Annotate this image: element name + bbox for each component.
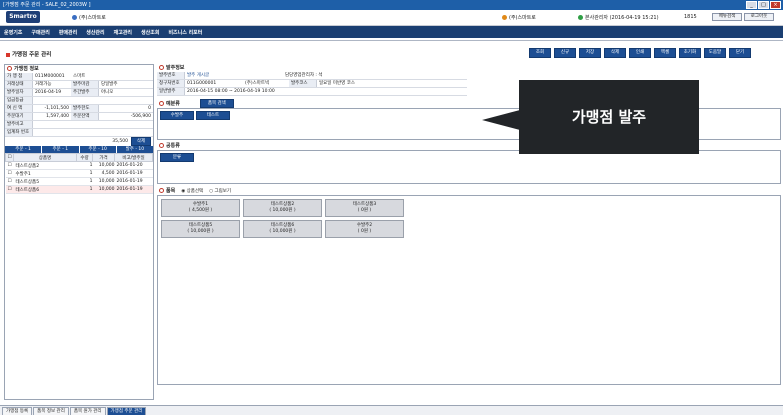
item-search-button[interactable]: 품목 검색: [199, 99, 234, 108]
maximize-button[interactable]: □: [758, 1, 769, 9]
table-row[interactable]: ☐ 테스트상품6 1 10,000 2016-01-19: [5, 185, 153, 194]
close-button[interactable]: ×: [770, 1, 781, 9]
user-info: 본사관리자 (2016-04-19 15:21): [578, 14, 659, 21]
menu-search-button[interactable]: 메뉴검색: [712, 13, 742, 21]
common-category-box: 분류: [157, 150, 781, 184]
version-label: 1815: [684, 14, 697, 20]
window-taskbar: 가맹점 등록 품목 정보 관리 품목 원가 관리 가맹점 주문 관리: [0, 405, 783, 415]
logout-button[interactable]: 로그아웃: [744, 13, 774, 21]
row-checkbox[interactable]: ☐: [5, 161, 14, 170]
product-button[interactable]: 테스트상품2 ( 10,000원 ): [243, 199, 322, 217]
product-button[interactable]: 수발주2 ( 0원 ): [325, 220, 404, 238]
order-table: ☐ 상품명 수량 가격 비고/발주일 ☐ 테스트상품2 1 10,000 2016-01-20 …: [5, 153, 153, 194]
category-tab[interactable]: 테스트: [196, 111, 230, 120]
product-select-radio[interactable]: ◉ 상품선택: [181, 188, 203, 194]
logo: Smartro: [6, 11, 40, 23]
tab-order-4[interactable]: 발주 - 10: [116, 146, 153, 153]
menu-item[interactable]: 판매관리: [59, 29, 77, 36]
section-title: 발주정보: [157, 64, 781, 72]
menu-item[interactable]: 생산관리: [86, 29, 104, 36]
section-title: 예분류: [157, 100, 180, 108]
search-button[interactable]: 조회: [529, 48, 551, 58]
row-checkbox[interactable]: ☐: [5, 185, 14, 194]
callout-pointer: [482, 110, 520, 130]
order-period-field: 2016-04-15 08:00 ~ 2016-04-19 10:00: [187, 89, 275, 94]
reset-button[interactable]: 초기화: [679, 48, 701, 58]
taskbar-tab[interactable]: 가맹점 등록: [2, 407, 33, 415]
tab-order-1[interactable]: 주문 - 1: [5, 146, 42, 153]
save-button[interactable]: 저장: [579, 48, 601, 58]
order-tabs: 주문 - 1 주문 - 1 주문 - 10 발주 - 10: [5, 146, 153, 153]
order-memo-field[interactable]: [33, 121, 35, 128]
window-title: [가맹점 주문 관리 - SALE_02_2003W ]: [3, 2, 91, 8]
product-button[interactable]: 테스트상품5 ( 10,000원 ): [161, 220, 240, 238]
category-tab[interactable]: 분류: [160, 153, 194, 162]
product-button-area: 수발주1 ( 4,500원 ) 테스트상품2 ( 10,000원 ) 테스트상품…: [157, 195, 781, 385]
section-title: 품목: [157, 187, 175, 195]
window-titlebar: [가맹점 주문 관리 - SALE_02_2003W ]: [0, 0, 783, 10]
delete-button[interactable]: 삭제: [604, 48, 626, 58]
store-code-field[interactable]: 011M000001: [33, 73, 71, 80]
print-button[interactable]: 인쇄: [629, 48, 651, 58]
page-title: 가맹점 주문 관리: [6, 50, 51, 58]
order-date-field[interactable]: 2016-04-19: [33, 89, 71, 96]
minimize-button[interactable]: _: [746, 1, 757, 9]
company-name: (주)스마트로: [502, 14, 536, 21]
row-checkbox[interactable]: ☐: [5, 177, 14, 186]
taskbar-tab[interactable]: 품목 정보 관리: [33, 407, 69, 415]
window-controls: _ □ ×: [746, 1, 781, 9]
menu-item[interactable]: 운영기초: [4, 29, 22, 36]
product-button[interactable]: 테스트상품3 ( 0원 ): [325, 199, 404, 217]
menu-item[interactable]: 생산조회: [141, 29, 159, 36]
category-tab[interactable]: 수발주: [160, 111, 194, 120]
store-name-field[interactable]: 스마트: [71, 73, 85, 80]
tab-order-2[interactable]: 주문 - 1: [42, 146, 79, 153]
picture-view-radio[interactable]: ○ 그림보기: [209, 188, 231, 194]
new-button[interactable]: 신규: [554, 48, 576, 58]
menu-item[interactable]: 비즈니스 리포터: [168, 29, 202, 36]
memo-delete-button[interactable]: 삭제: [131, 137, 151, 146]
app-header: [0, 10, 783, 26]
menu-item[interactable]: 재고관리: [114, 29, 132, 36]
excel-button[interactable]: 엑셀: [654, 48, 676, 58]
main-menu: 운영기초 구매관리 판매관리 생산관리 재고관리 생산조회 비즈니스 리포터: [0, 26, 783, 38]
tab-order-3[interactable]: 주문 - 10: [79, 146, 116, 153]
table-row[interactable]: ☐ 테스트상품2 1 10,000 2016-01-20: [5, 161, 153, 170]
store-row: 가 맹 점 011M000001 스마트: [5, 73, 153, 81]
table-row[interactable]: ☐ 수발주1 1 4,500 2016-01-19: [5, 169, 153, 178]
order-no-field[interactable]: 발주 게시글: [185, 72, 231, 79]
close-window-button[interactable]: 닫기: [729, 48, 751, 58]
product-button[interactable]: 테스트상품6 ( 10,000원 ): [243, 220, 322, 238]
order-info-form: 발주번호 발주 게시글 담당영업관리자 : 석 청구처번호 011G000001 (주)…: [157, 72, 467, 96]
toolbar: 조회 신규 저장 삭제 인쇄 엑셀 초기화 도움말 닫기: [529, 48, 751, 58]
callout-label: 가맹점 발주: [519, 80, 699, 154]
taskbar-tab-active[interactable]: 가맹점 주문 관리: [106, 407, 147, 415]
table-row[interactable]: ☐ 테스트상품5 1 10,000 2016-01-19: [5, 177, 153, 186]
order-course-field[interactable]: 일요일 미반영 코스: [317, 80, 355, 87]
menu-item[interactable]: 구매관리: [31, 29, 49, 36]
section-title: 가맹점 정보: [5, 65, 153, 73]
header-buttons: 메뉴검색 로그아웃: [712, 13, 774, 21]
taskbar-tab[interactable]: 품목 원가 관리: [69, 407, 106, 415]
help-button[interactable]: 도움말: [704, 48, 726, 58]
memo-count: 35,500: [112, 139, 128, 144]
agency-name: (주)스마트로: [72, 14, 106, 21]
select-all-checkbox[interactable]: ☐: [5, 153, 14, 162]
store-info-panel: 가맹점 정보 가 맹 점 011M000001 스마트 거래상태 거래가능 발주마감 당일…: [4, 64, 154, 400]
product-button[interactable]: 수발주1 ( 4,500원 ): [161, 199, 240, 217]
row-checkbox[interactable]: ☐: [5, 169, 14, 178]
